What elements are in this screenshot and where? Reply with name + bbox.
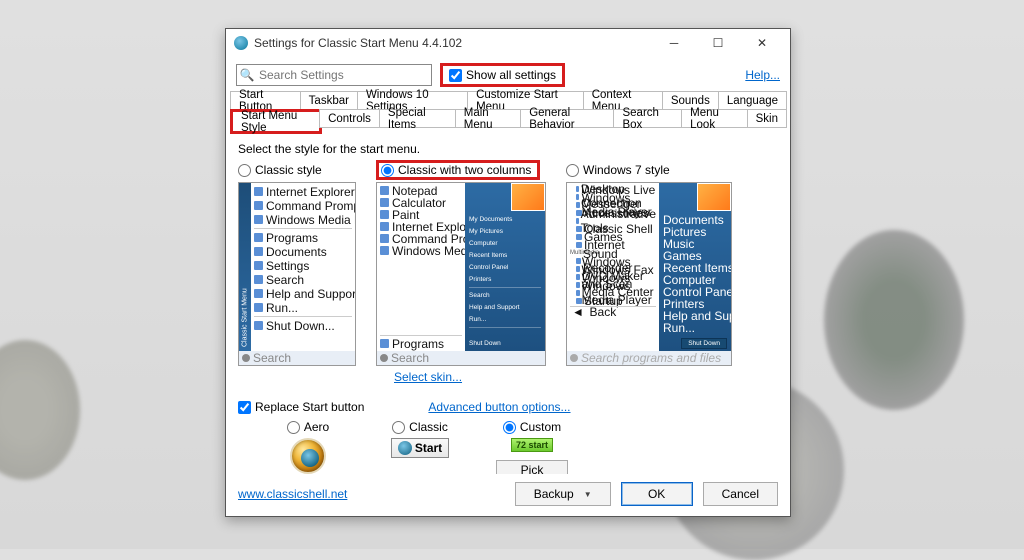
maximize-button[interactable]: ☐ <box>696 29 740 57</box>
tab-skin[interactable]: Skin <box>747 109 787 128</box>
content-area: Select the style for the start menu. Cla… <box>226 134 790 474</box>
radio-win7-input[interactable] <box>566 164 579 177</box>
radio-classic-btn[interactable]: Classic <box>392 420 448 434</box>
radio-win7-label: Windows 7 style <box>583 163 670 177</box>
help-link[interactable]: Help... <box>745 68 780 82</box>
user-picture-icon <box>697 183 731 211</box>
tab-main-menu[interactable]: Main Menu <box>455 109 521 128</box>
replace-start-checkbox[interactable] <box>238 401 251 414</box>
tab-general-behavior[interactable]: General Behavior <box>520 109 614 128</box>
tab-taskbar[interactable]: Taskbar <box>300 91 358 110</box>
radio-twocol[interactable]: Classic with two columns <box>376 160 540 180</box>
aero-orb-icon <box>290 438 326 474</box>
settings-window: Settings for Classic Start Menu 4.4.102 … <box>225 28 791 517</box>
advanced-button-options-link[interactable]: Advanced button options... <box>428 400 570 414</box>
toolbar: 🔍 Show all settings Help... <box>226 57 790 91</box>
show-all-input[interactable] <box>449 69 462 82</box>
radio-classic-label: Classic style <box>255 163 322 177</box>
orb-icon <box>398 441 412 455</box>
style-twocol: Classic with two columns Notepad Calcula… <box>376 160 546 366</box>
preview-side-label: Classic Start Menu <box>239 183 251 351</box>
tab-menu-look[interactable]: Menu Look <box>681 109 747 128</box>
close-button[interactable]: ✕ <box>740 29 784 57</box>
search-icon <box>380 354 388 362</box>
btnstyle-custom: Custom 72 start Pick image... <box>496 420 568 474</box>
user-picture-icon <box>511 183 545 211</box>
preview-classic[interactable]: Classic Start Menu Internet Explorer Com… <box>238 182 356 366</box>
footer: www.classicshell.net Backup OK Cancel <box>226 474 790 516</box>
replace-start-row: Replace Start button Advanced button opt… <box>238 400 778 414</box>
search-icon <box>242 354 250 362</box>
style-description: Select the style for the start menu. <box>238 142 778 156</box>
preview-twocol[interactable]: Notepad Calculator Paint Internet Explor… <box>376 182 546 366</box>
search-field[interactable]: 🔍 <box>236 64 432 86</box>
btnstyle-classic: Classic Start <box>384 420 456 458</box>
custom-preview: 72 start <box>511 438 553 452</box>
pick-image-button[interactable]: Pick image... <box>496 460 569 474</box>
classic-start-preview: Start <box>391 438 449 458</box>
backup-button[interactable]: Backup <box>515 482 611 506</box>
search-icon <box>570 354 578 362</box>
titlebar: Settings for Classic Start Menu 4.4.102 … <box>226 29 790 57</box>
preview-win7[interactable]: Remote Desktop Connection Windows Live M… <box>566 182 732 366</box>
style-win7: Windows 7 style Remote Desktop Connectio… <box>566 160 732 366</box>
app-icon <box>234 36 248 50</box>
btnstyle-aero: Aero <box>272 420 344 474</box>
radio-twocol-input[interactable] <box>381 164 394 177</box>
style-options-row: Classic style Classic Start Menu Interne… <box>238 160 778 366</box>
ok-button[interactable]: OK <box>621 482 693 506</box>
tab-search-box[interactable]: Search Box <box>613 109 682 128</box>
site-link[interactable]: www.classicshell.net <box>238 487 347 501</box>
tab-start-menu-style[interactable]: Start Menu Style <box>233 112 319 131</box>
style-classic: Classic style Classic Start Menu Interne… <box>238 160 356 366</box>
show-all-checkbox[interactable]: Show all settings <box>440 63 565 87</box>
radio-win7[interactable]: Windows 7 style <box>566 160 670 180</box>
highlight-active-tab: Start Menu Style <box>230 109 322 134</box>
radio-classic[interactable]: Classic style <box>238 160 322 180</box>
search-icon: 🔍 <box>237 68 257 82</box>
button-styles-row: Aero Classic Start Custom 72 start Pick … <box>272 420 778 474</box>
minimize-button[interactable]: ─ <box>652 29 696 57</box>
show-all-label: Show all settings <box>466 68 556 82</box>
radio-classic-input[interactable] <box>238 164 251 177</box>
cancel-button[interactable]: Cancel <box>703 482 778 506</box>
select-skin-link[interactable]: Select skin... <box>394 370 778 384</box>
window-title: Settings for Classic Start Menu 4.4.102 <box>254 36 652 50</box>
search-input[interactable] <box>257 65 431 85</box>
tab-special-items[interactable]: Special Items <box>379 109 456 128</box>
radio-aero[interactable]: Aero <box>287 420 329 434</box>
tabs: Start Button Taskbar Windows 10 Settings… <box>226 91 790 134</box>
replace-start-label: Replace Start button <box>255 400 364 414</box>
radio-twocol-label: Classic with two columns <box>398 163 531 177</box>
tab-controls[interactable]: Controls <box>319 109 380 128</box>
tab-start-button[interactable]: Start Button <box>230 91 301 110</box>
radio-custom[interactable]: Custom <box>503 420 561 434</box>
